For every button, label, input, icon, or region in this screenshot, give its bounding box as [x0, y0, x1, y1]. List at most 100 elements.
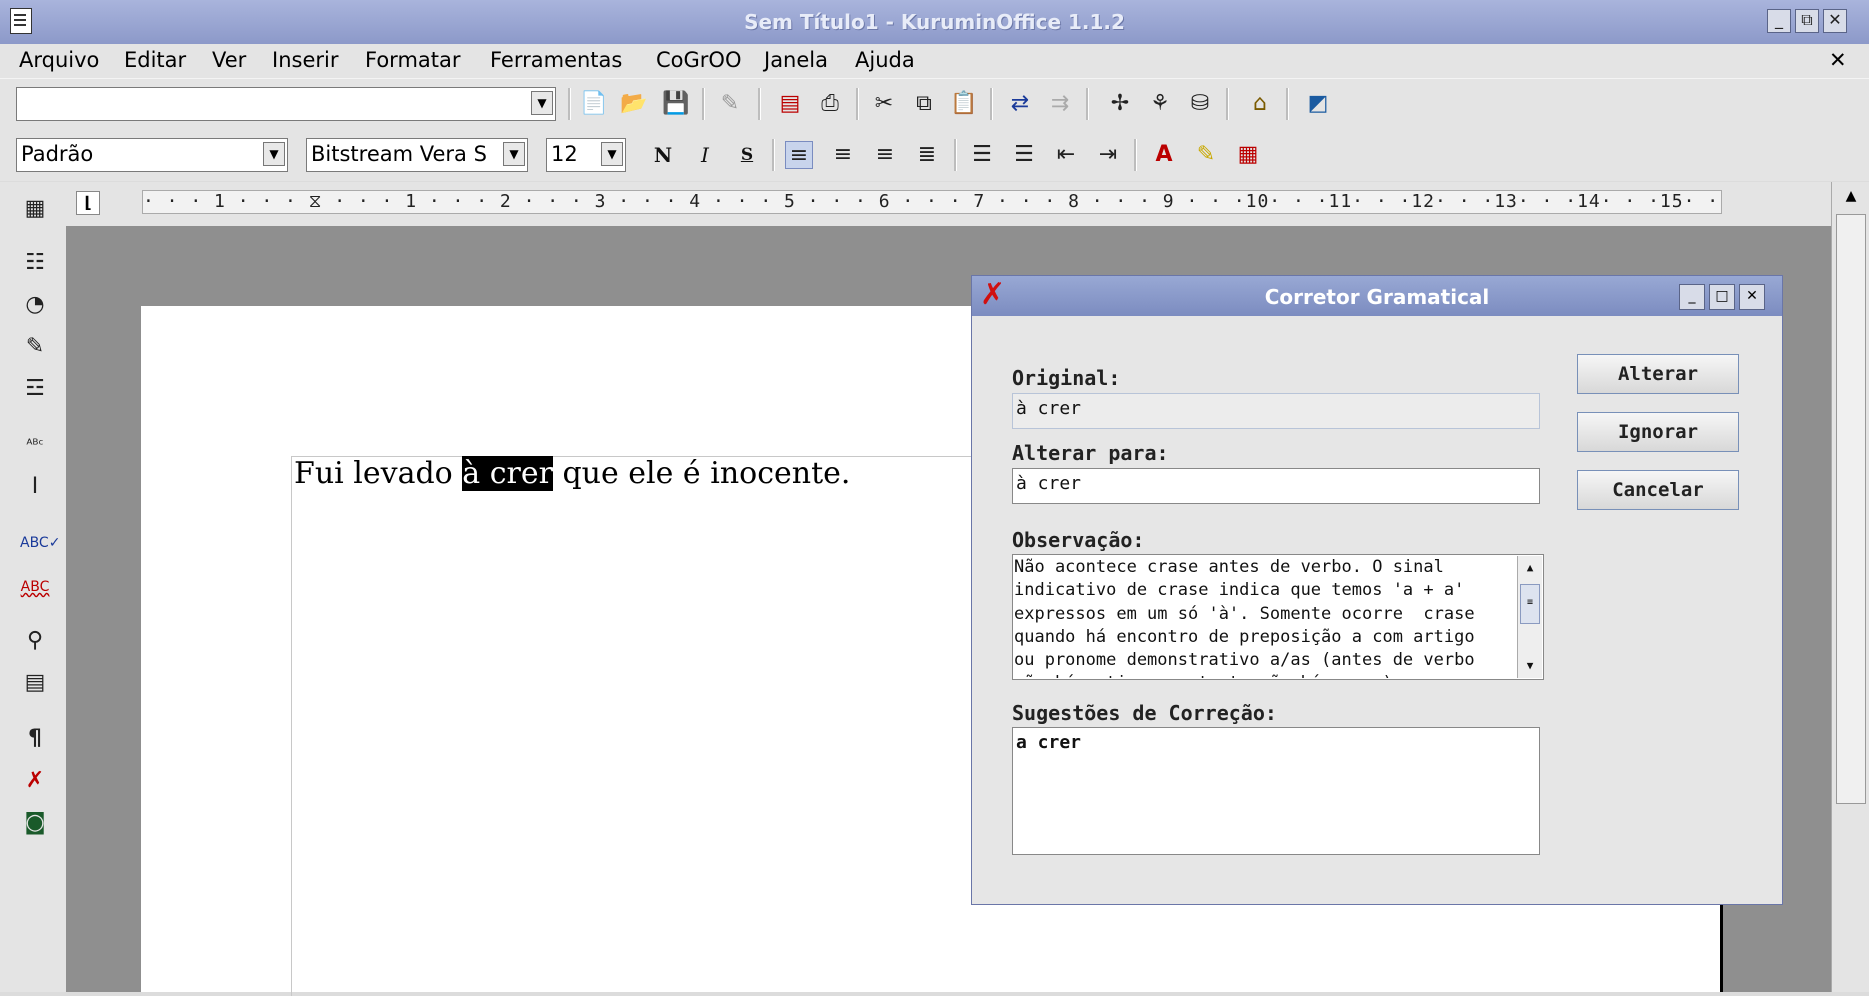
align-right-icon[interactable]: ≡: [871, 141, 899, 169]
vertical-scrollbar[interactable]: ▲: [1831, 182, 1869, 992]
horizontal-ruler[interactable]: ⌊ · · · 1 · · · ⧖ · · · 1 · · · 2 · · · …: [66, 182, 1831, 226]
gallery-icon[interactable]: ⚘: [1146, 90, 1174, 118]
observation-scroll-thumb[interactable]: ≡: [1520, 584, 1540, 624]
chevron-down-icon[interactable]: ▼: [263, 142, 285, 166]
toolbar-separator: [702, 88, 705, 120]
scrollbar-thumb[interactable]: [1836, 214, 1866, 804]
suggestion-item[interactable]: a crer: [1016, 732, 1536, 753]
original-field: à crer: [1012, 393, 1540, 429]
observation-scrollbar[interactable]: ▲ ≡ ▼: [1517, 556, 1542, 678]
insert-form-icon[interactable]: ☲: [20, 374, 50, 404]
minimize-button[interactable]: _: [1767, 9, 1791, 33]
toolbar-separator: [772, 139, 775, 171]
tab-stop-icon[interactable]: ⌊: [76, 191, 100, 215]
ignore-button[interactable]: Ignorar: [1577, 412, 1739, 452]
underline-button[interactable]: S: [732, 139, 762, 171]
chevron-down-icon[interactable]: ▼: [531, 91, 553, 115]
menu-ajuda[interactable]: Ajuda: [855, 48, 915, 72]
change-to-input[interactable]: à crer: [1012, 468, 1540, 504]
grammar-checker-dialog: ✗ Corretor Gramatical _ □ ✕ Original: à …: [971, 275, 1783, 905]
menu-arquivo[interactable]: Arquivo: [19, 48, 99, 72]
suggestions-list[interactable]: a crer: [1012, 727, 1540, 855]
observation-textarea[interactable]: Não acontece crase antes de verbo. O sin…: [1012, 554, 1544, 680]
selected-text[interactable]: à crer: [462, 456, 553, 491]
menu-janela[interactable]: Janela: [764, 48, 828, 72]
graphics-off-icon[interactable]: ✗: [20, 766, 50, 796]
toolbar-separator: [1086, 88, 1089, 120]
dialog-title-bar[interactable]: ✗ Corretor Gramatical _ □ ✕: [972, 276, 1782, 316]
font-name-value: Bitstream Vera S: [311, 142, 487, 166]
autotext-icon[interactable]: ᴬᴮᶜ: [20, 430, 50, 460]
open-folder-icon[interactable]: 📂: [620, 90, 648, 118]
bold-button[interactable]: N: [648, 139, 678, 171]
numbered-list-icon[interactable]: ☰: [968, 141, 996, 169]
image-icon[interactable]: ⌂: [1246, 90, 1274, 118]
menu-ver[interactable]: Ver: [212, 48, 246, 72]
help-icon[interactable]: ◩: [1304, 90, 1332, 118]
menu-ferramentas[interactable]: Ferramentas: [490, 48, 622, 72]
paragraph-style-select[interactable]: Padrão ▼: [16, 138, 288, 172]
close-document-button[interactable]: ✕: [1829, 48, 1847, 72]
justify-icon[interactable]: ≣: [913, 141, 941, 169]
document-text[interactable]: Fui levado à crer que ele é inocente.: [294, 456, 850, 491]
insert-table-icon[interactable]: ▦: [20, 194, 50, 224]
toolbar-separator: [856, 88, 859, 120]
dialog-maximize-button[interactable]: □: [1709, 284, 1735, 310]
maximize-button[interactable]: ⧉: [1795, 9, 1819, 33]
insert-draw-icon[interactable]: ✎: [20, 332, 50, 362]
decrease-indent-icon[interactable]: ⇤: [1052, 141, 1080, 169]
dialog-minimize-button[interactable]: _: [1679, 284, 1705, 310]
chevron-down-icon[interactable]: ▼: [503, 142, 525, 166]
italic-button[interactable]: I: [690, 139, 720, 171]
undo-icon[interactable]: ⇄: [1006, 90, 1034, 118]
chevron-down-icon[interactable]: ▼: [601, 142, 623, 166]
menu-editar[interactable]: Editar: [124, 48, 186, 72]
export-pdf-icon[interactable]: ▤: [776, 90, 804, 118]
redo-icon[interactable]: ⇉: [1046, 90, 1074, 118]
copy-icon[interactable]: ⧉: [910, 90, 938, 118]
text-before-selection: Fui levado: [294, 456, 463, 491]
toolbar-separator: [1286, 88, 1289, 120]
scroll-down-icon[interactable]: ▼: [1518, 654, 1542, 678]
auto-spellcheck-icon[interactable]: ABC: [20, 572, 50, 602]
navigator-icon[interactable]: ✢: [1106, 90, 1134, 118]
font-name-select[interactable]: Bitstream Vera S ▼: [306, 138, 528, 172]
menu-cogroo[interactable]: CoGrOO: [656, 48, 741, 72]
edit-file-icon[interactable]: ✎: [716, 90, 744, 118]
menu-formatar[interactable]: Formatar: [365, 48, 461, 72]
change-button[interactable]: Alterar: [1577, 354, 1739, 394]
window-title-bar[interactable]: Sem Título1 - KuruminOffice 1.1.2 _ ⧉ ✕: [0, 0, 1869, 44]
find-replace-icon[interactable]: ⚲: [20, 626, 50, 656]
cut-icon[interactable]: ✂: [870, 90, 898, 118]
ruler-scale[interactable]: · · · 1 · · · ⧖ · · · 1 · · · 2 · · · 3 …: [142, 190, 1722, 214]
dialog-close-button[interactable]: ✕: [1739, 284, 1765, 310]
highlight-icon[interactable]: ✎: [1192, 141, 1220, 169]
scroll-up-icon[interactable]: ▲: [1834, 182, 1868, 210]
cancel-button[interactable]: Cancelar: [1577, 470, 1739, 510]
bullet-list-icon[interactable]: ☰: [1010, 141, 1038, 169]
insert-fields-icon[interactable]: ☷: [20, 248, 50, 278]
background-color-icon[interactable]: ▦: [1234, 141, 1262, 169]
font-size-select[interactable]: 12 ▼: [546, 138, 626, 172]
paste-icon[interactable]: 📋: [950, 90, 978, 118]
menu-inserir[interactable]: Inserir: [272, 48, 338, 72]
new-document-icon[interactable]: 📄: [580, 90, 608, 118]
spellcheck-icon[interactable]: ABC✓: [20, 528, 60, 558]
save-icon[interactable]: 💾: [662, 90, 690, 118]
change-to-label: Alterar para:: [1012, 441, 1169, 465]
text-cursor-icon[interactable]: Ⅰ: [20, 472, 50, 502]
font-color-icon[interactable]: A: [1150, 141, 1178, 169]
data-sources-icon[interactable]: ⛁: [1186, 90, 1214, 118]
toolbar-separator: [1134, 139, 1137, 171]
print-icon[interactable]: ⎙: [816, 90, 844, 118]
scroll-up-icon[interactable]: ▲: [1518, 556, 1542, 580]
data-sources-panel-icon[interactable]: ▤: [20, 668, 50, 698]
align-left-icon[interactable]: ≡: [785, 141, 813, 169]
increase-indent-icon[interactable]: ⇥: [1094, 141, 1122, 169]
url-combobox[interactable]: ▼: [16, 87, 556, 121]
formatting-marks-icon[interactable]: ¶: [20, 724, 50, 754]
align-center-icon[interactable]: ≡: [829, 141, 857, 169]
insert-object-icon[interactable]: ◔: [20, 290, 50, 320]
close-window-button[interactable]: ✕: [1823, 9, 1847, 33]
online-layout-icon[interactable]: ◙: [20, 808, 50, 838]
